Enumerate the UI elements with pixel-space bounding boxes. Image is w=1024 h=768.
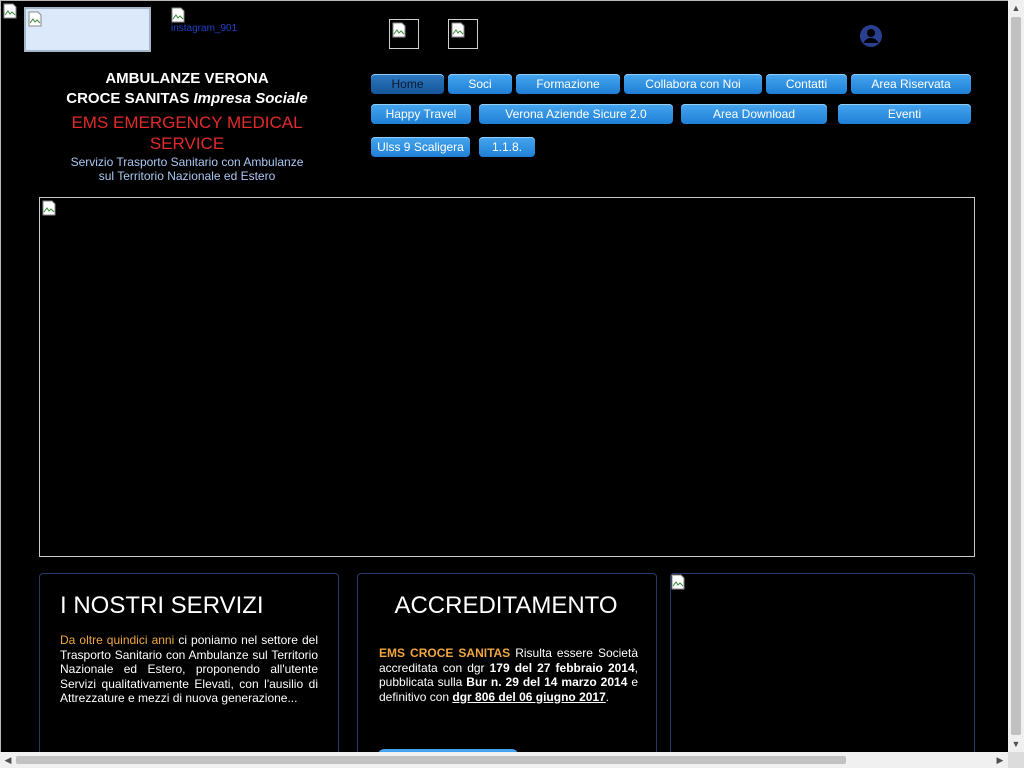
image-card [670,573,975,752]
hero-banner-image [39,197,975,557]
accreditamento-card: ACCREDITAMENTO EMS CROCE SANITAS Risulta… [357,573,657,752]
brand-block: AMBULANZE VERONA CROCE SANITAS Impresa S… [41,69,333,183]
nav-verona-aziende-sicure[interactable]: Verona Aziende Sicure 2.0 [479,104,673,124]
nav-happy-travel[interactable]: Happy Travel [371,104,471,124]
services-title: I NOSTRI SERVIZI [60,592,264,619]
nav-area-download[interactable]: Area Download [681,104,827,124]
instagram-link[interactable]: instagram_901 [171,7,251,37]
vertical-scrollbar[interactable]: ▲ ▼ [1008,0,1024,752]
instagram-alt-text: instagram_901 [171,23,238,34]
brand-line-1: AMBULANZE VERONA [105,70,269,87]
site-logo[interactable] [24,7,151,52]
social-button-1[interactable] [389,19,419,49]
nav-contatti[interactable]: Contatti [766,74,847,94]
social-button-2[interactable] [448,19,478,49]
scrollbar-corner [1008,752,1024,768]
nav-area-riservata[interactable]: Area Riservata [851,74,971,94]
services-text: Da oltre quindici anni ci poniamo nel se… [60,633,318,705]
brand-description-1: Servizio Trasporto Sanitario con Ambulan… [70,155,304,169]
horizontal-scrollbar[interactable]: ◀ ▶ [0,752,1008,768]
vertical-scroll-thumb[interactable] [1011,17,1021,735]
nav-collabora[interactable]: Collabora con Noi [624,74,762,94]
services-card: I NOSTRI SERVIZI Da oltre quindici anni … [39,573,339,752]
nav-eventi[interactable]: Eventi [838,104,971,124]
nav-ulss9[interactable]: Ulss 9 Scaligera [371,137,470,157]
nav-118[interactable]: 1.1.8. [479,137,535,157]
nav-soci[interactable]: Soci [448,74,512,94]
page-viewport: instagram_901 AMBULANZE VERONA CROCE SAN… [0,0,1008,752]
accreditamento-text: EMS CROCE SANITAS Risulta essere Società… [379,646,639,704]
nav-home[interactable]: Home [371,74,444,94]
accreditamento-title: ACCREDITAMENTO [394,592,618,619]
dgr-link[interactable]: dgr 806 del 06 giugno 2017 [452,690,605,704]
brand-description-2: sul Territorio Nazionale ed Estero [98,169,276,183]
card-image [671,574,691,594]
scroll-right-icon[interactable]: ▶ [992,752,1008,768]
brand-line-2: CROCE SANITAS Impresa Sociale [66,90,308,107]
scroll-down-icon[interactable]: ▼ [1008,736,1024,752]
scroll-left-icon[interactable]: ◀ [0,752,16,768]
nav-formazione[interactable]: Formazione [516,74,620,94]
scroll-up-icon[interactable]: ▲ [1008,0,1024,16]
horizontal-scroll-thumb[interactable] [16,756,846,764]
broken-image-icon [2,2,20,20]
brand-tagline: EMS EMERGENCY MEDICAL SERVICE [71,113,303,153]
user-account-icon[interactable] [859,24,883,48]
